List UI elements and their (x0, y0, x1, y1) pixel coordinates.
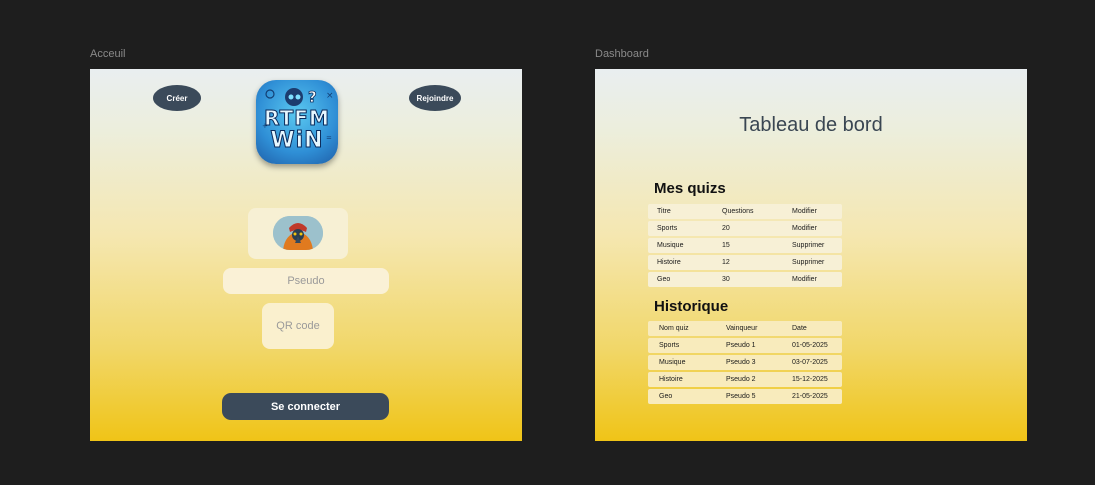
table-cell: 03-07-2025 (792, 359, 828, 366)
table-row: Sports Pseudo 1 01-05-2025 (648, 338, 842, 353)
qr-code-field[interactable]: QR code (262, 303, 334, 349)
accueil-screen: Créer Rejoindre × + = ? RTFM WiN Pseudo … (90, 69, 522, 441)
table-row[interactable]: Musique 15 Supprimer (648, 238, 842, 253)
dashboard-screen: Tableau de bord Mes quizs Titre Question… (595, 69, 1027, 441)
join-button[interactable]: Rejoindre (409, 85, 461, 111)
table-cell: Vainqueur (726, 325, 758, 332)
table-row[interactable]: Histoire 12 Supprimer (648, 255, 842, 270)
logo-text-line1: RTFM (264, 106, 330, 131)
quizzes-table: Titre Questions Modifier Sports 20 Modif… (648, 204, 842, 289)
frame-label-accueil: Acceuil (90, 48, 126, 60)
table-cell: Pseudo 1 (726, 342, 756, 349)
connect-button[interactable]: Se connecter (222, 393, 389, 420)
table-cell: 15-12-2025 (792, 376, 828, 383)
table-cell: Questions (722, 208, 754, 215)
table-cell: 12 (722, 259, 730, 266)
table-cell: 01-05-2025 (792, 342, 828, 349)
table-cell: Geo (659, 393, 673, 400)
quizzes-section-title: Mes quizs (654, 180, 726, 197)
table-cell: Date (792, 325, 807, 332)
frame-label-dashboard: Dashboard (595, 48, 649, 60)
create-button[interactable]: Créer (153, 85, 201, 111)
table-cell: 21-05-2025 (792, 393, 828, 400)
table-cell: Pseudo 5 (726, 393, 756, 400)
table-cell: Musique (659, 359, 686, 366)
table-cell: Nom quiz (659, 325, 689, 332)
svg-text:?: ? (308, 88, 317, 106)
delete-link[interactable]: Supprimer (792, 242, 824, 249)
table-header-row: Titre Questions Modifier (648, 204, 842, 219)
table-row: Musique Pseudo 3 03-07-2025 (648, 355, 842, 370)
edit-link[interactable]: Modifier (792, 225, 817, 232)
table-row[interactable]: Sports 20 Modifier (648, 221, 842, 236)
svg-text:×: × (326, 91, 334, 101)
pseudo-input[interactable]: Pseudo (223, 268, 389, 294)
edit-link[interactable]: Modifier (792, 276, 817, 283)
logo-text-line2: WiN (270, 128, 324, 154)
table-cell: 20 (722, 225, 730, 232)
table-cell: Modifier (792, 208, 817, 215)
parrot-avatar-icon (273, 216, 323, 250)
delete-link[interactable]: Supprimer (792, 259, 824, 266)
table-cell: Titre (657, 208, 671, 215)
table-header-row: Nom quiz Vainqueur Date (648, 321, 842, 336)
table-cell: Sports (657, 225, 678, 232)
table-cell: Geo (657, 276, 671, 283)
avatar-selector[interactable] (248, 208, 348, 259)
robot-quiz-logo-icon: × + = ? RTFM WiN (256, 80, 338, 164)
page-title: Tableau de bord (739, 114, 883, 136)
table-row: Histoire Pseudo 2 15-12-2025 (648, 372, 842, 387)
table-cell: Pseudo 3 (726, 359, 756, 366)
table-cell: Histoire (657, 259, 681, 266)
history-section-title: Historique (654, 298, 729, 315)
table-cell: Pseudo 2 (726, 376, 756, 383)
table-cell: Histoire (659, 376, 683, 383)
table-cell: Sports (659, 342, 680, 349)
table-cell: Musique (657, 242, 684, 249)
table-row: Geo Pseudo 5 21-05-2025 (648, 389, 842, 404)
table-cell: 30 (722, 276, 730, 283)
table-row[interactable]: Geo 30 Modifier (648, 272, 842, 287)
table-cell: 15 (722, 242, 730, 249)
history-table: Nom quiz Vainqueur Date Sports Pseudo 1 … (648, 321, 842, 406)
